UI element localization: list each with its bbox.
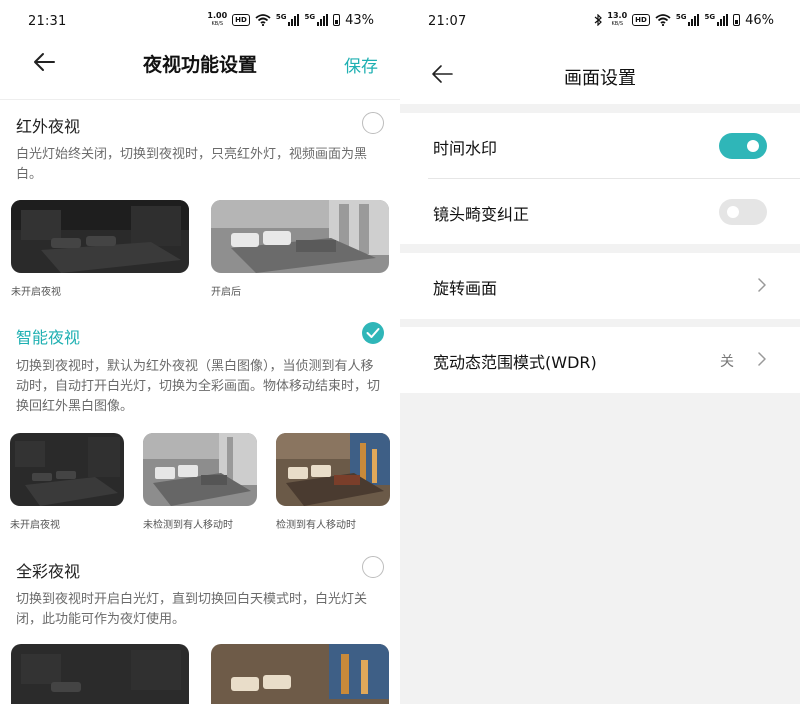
chevron-right-icon (758, 352, 766, 366)
mode-description-ir: 白光灯始终关闭，切换到夜视时，只亮红外灯，视频画面为黑白。 (16, 147, 368, 182)
settings-group-wdr: 宽动态范围模式(WDR) 关 (400, 327, 800, 393)
battery-icon (333, 14, 341, 26)
signal-icon: 5G (704, 14, 729, 26)
setting-row-distortion: 镜头畸变纠正 (400, 179, 800, 244)
preview-image-ir-on (211, 200, 389, 273)
preview-image-off (10, 433, 124, 506)
signal-icon: 5G (276, 14, 300, 26)
picture-settings-screen: 21:07 13.0 KB/S HD 5G 5G 46% 画面设置 时间水印 镜… (400, 0, 800, 704)
setting-value-wdr: 关 (720, 354, 734, 370)
preview-image-motion-color (276, 433, 390, 506)
radio-ir-night-vision[interactable] (362, 112, 384, 134)
chevron-right-icon (758, 278, 766, 292)
battery-percent: 46% (745, 12, 774, 28)
status-bar: 21:07 13.0 KB/S HD 5G 5G 46% (400, 0, 800, 44)
status-icons: 13.0 KB/S HD 5G 5G 46% (594, 12, 774, 28)
settings-group-rotate: 旋转画面 (400, 253, 800, 319)
setting-row-rotate[interactable]: 旋转画面 (400, 253, 800, 319)
toggle-time-watermark[interactable] (719, 133, 767, 159)
caption-no-motion: 未检测到有人移动时 (143, 520, 233, 531)
setting-row-watermark: 时间水印 (400, 113, 800, 179)
setting-label-wdr: 宽动态范围模式(WDR) (433, 353, 597, 372)
caption-on: 开启后 (211, 287, 241, 298)
status-time: 21:07 (428, 14, 467, 29)
hd-badge: HD (232, 14, 250, 26)
hd-badge: HD (632, 14, 650, 26)
top-bar: 画面设置 (400, 44, 800, 104)
checkmark-icon (366, 328, 380, 338)
caption-off: 未开启夜视 (10, 520, 60, 531)
status-bar: 21:31 1.00 KB/S HD 5G 5G 43% (0, 0, 400, 44)
radio-smart-night-vision[interactable] (362, 322, 384, 344)
mode-title-smart: 智能夜视 (16, 328, 81, 347)
signal-icon: 5G (676, 14, 700, 26)
network-speed: 1.00 KB/S (207, 11, 228, 28)
battery-icon (733, 14, 741, 26)
mode-title-full-color: 全彩夜视 (16, 562, 81, 581)
setting-label-rotate: 旋转画面 (433, 279, 498, 298)
preview-image-full-color (211, 644, 389, 704)
mode-title-ir: 红外夜视 (16, 117, 81, 136)
bluetooth-icon (595, 14, 603, 26)
setting-label-distortion: 镜头畸变纠正 (433, 205, 530, 224)
top-bar: 夜视功能设置 保存 (0, 44, 400, 100)
battery-percent: 43% (345, 12, 374, 28)
mode-description-smart: 切换到夜视时，默认为红外夜视（黑白图像），当侦测到有人移动时，自动打开白光灯，切… (16, 359, 381, 414)
preview-image-no-motion (143, 433, 257, 506)
network-speed: 13.0 KB/S (607, 11, 628, 28)
setting-label-watermark: 时间水印 (433, 139, 498, 158)
wifi-icon (655, 14, 671, 26)
setting-row-wdr[interactable]: 宽动态范围模式(WDR) 关 (400, 327, 800, 393)
mode-description-full-color: 切换到夜视时开启白光灯，直到切换回白天模式时，白光灯关闭，此功能可作为夜灯使用。 (16, 592, 368, 627)
toggle-lens-distortion[interactable] (719, 199, 767, 225)
preview-image-off (11, 644, 189, 704)
signal-icon: 5G (304, 14, 329, 26)
radio-full-color-night-vision[interactable] (362, 556, 384, 578)
status-icons: 1.00 KB/S HD 5G 5G 43% (207, 12, 374, 28)
wifi-icon (255, 14, 271, 26)
caption-off: 未开启夜视 (11, 287, 61, 298)
page-title: 夜视功能设置 (142, 54, 257, 76)
preview-image-off (11, 200, 189, 273)
settings-group-display: 时间水印 镜头畸变纠正 (400, 113, 800, 244)
status-time: 21:31 (28, 14, 67, 29)
save-button[interactable]: 保存 (344, 52, 378, 77)
page-title: 画面设置 (564, 68, 636, 89)
night-vision-settings-screen: 21:31 1.00 KB/S HD 5G 5G 43% 夜视功能设置 保存 红… (0, 0, 400, 704)
caption-motion: 检测到有人移动时 (276, 520, 356, 531)
